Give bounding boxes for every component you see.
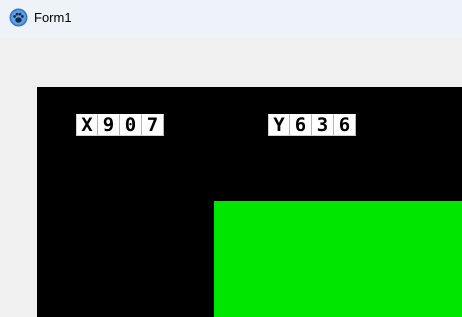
x-coordinate-readout: X 9 0 7 <box>76 114 164 136</box>
y-coordinate-readout: Y 6 3 6 <box>268 114 356 136</box>
x-readout-char: 9 <box>98 114 120 136</box>
y-readout-char: 3 <box>312 114 334 136</box>
paw-icon[interactable] <box>9 8 28 27</box>
title-bar[interactable]: Form1 <box>0 0 462 38</box>
y-readout-char: 6 <box>334 114 356 136</box>
x-readout-char: X <box>76 114 98 136</box>
window-title: Form1 <box>34 10 72 25</box>
x-readout-char: 0 <box>120 114 142 136</box>
drawing-canvas[interactable]: X 9 0 7 Y 6 3 6 <box>37 87 462 317</box>
green-block <box>214 201 462 317</box>
y-readout-char: 6 <box>290 114 312 136</box>
x-readout-char: 7 <box>142 114 164 136</box>
y-readout-char: Y <box>268 114 290 136</box>
